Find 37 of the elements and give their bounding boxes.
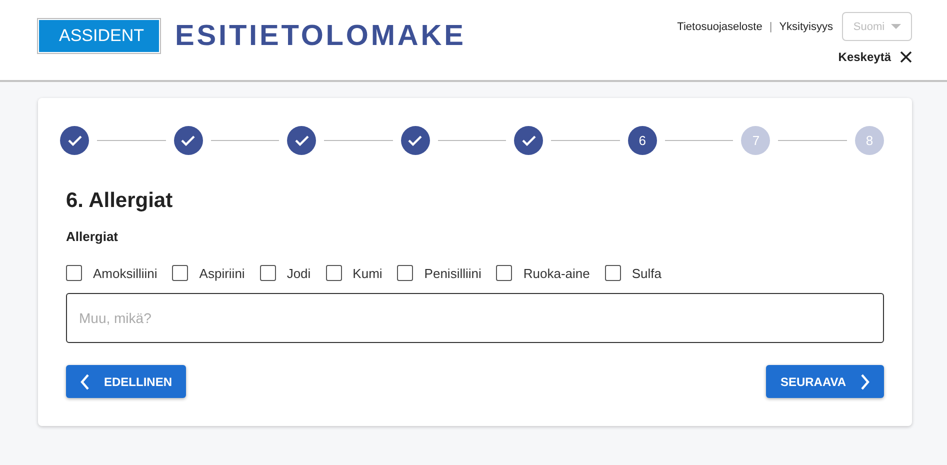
checkbox[interactable] xyxy=(326,265,342,281)
step-indicator: 6 xyxy=(628,126,657,155)
step-indicator: 7 xyxy=(741,126,770,155)
checkbox[interactable] xyxy=(172,265,188,281)
cancel-button[interactable]: Keskeytä xyxy=(838,50,912,64)
form-title: ESITIETOLOMAKE xyxy=(175,20,466,52)
checkbox[interactable] xyxy=(260,265,276,281)
check-icon xyxy=(68,135,82,146)
close-icon xyxy=(900,51,912,63)
separator: | xyxy=(769,20,772,32)
checkbox[interactable] xyxy=(66,265,82,281)
group-label: Allergiat xyxy=(66,229,120,244)
option-label: Aspiriini xyxy=(199,266,245,280)
checkbox[interactable] xyxy=(604,265,621,281)
next-button[interactable]: SEURAAVA xyxy=(766,365,884,398)
option-label: Penisilliini xyxy=(424,266,482,280)
chevron-right-icon xyxy=(860,374,870,390)
checkbox[interactable] xyxy=(397,265,414,281)
option-label: Ruoka-aine xyxy=(523,266,590,280)
check-icon xyxy=(408,135,422,146)
privacy-link[interactable]: Tietosuojaseloste xyxy=(677,20,762,32)
check-icon xyxy=(294,135,309,146)
option-label: Sulfa xyxy=(632,266,662,280)
other-input-field[interactable]: Muu, mikä? xyxy=(66,293,884,343)
option-label: Amoksilliini xyxy=(93,266,158,280)
option-label: Kumi xyxy=(352,266,382,280)
logo: ASSIDENT xyxy=(38,19,160,53)
section-title: 6. Allergiat xyxy=(66,189,174,213)
check-icon xyxy=(181,135,196,146)
chevron-left-icon xyxy=(80,374,90,390)
privacy-link[interactable]: Yksityisyys xyxy=(779,20,833,32)
step-indicator: 8 xyxy=(855,126,884,155)
caret-icon xyxy=(890,24,901,30)
option-label: Jodi xyxy=(286,266,311,280)
checkbox[interactable] xyxy=(496,265,512,281)
check-icon xyxy=(522,135,536,146)
previous-button[interactable]: EDELLINEN xyxy=(66,365,186,398)
